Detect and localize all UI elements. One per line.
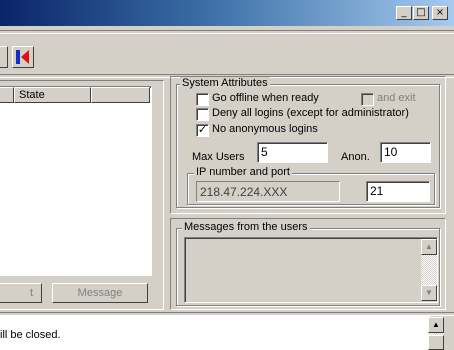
go-offline-label: Go offline when ready xyxy=(212,92,319,104)
close-icon: × xyxy=(435,7,445,18)
title-bar xyxy=(0,0,454,26)
anon-input[interactable]: 10 xyxy=(380,142,431,163)
port-input[interactable]: 21 xyxy=(366,181,430,202)
deny-logins-label: Deny all logins (except for administrato… xyxy=(212,107,409,119)
kick-user-icon xyxy=(16,50,29,64)
system-attributes-title: System Attributes xyxy=(180,77,270,89)
scroll-up-icon: ▲ xyxy=(432,320,440,329)
messages-scroll-up-button[interactable]: ▲ xyxy=(421,239,437,255)
checkmark-icon: ✓ xyxy=(197,123,208,136)
maximize-icon: □ xyxy=(416,7,426,18)
no-anonymous-checkbox[interactable]: ✓ xyxy=(196,124,209,137)
deny-logins-checkbox[interactable] xyxy=(196,108,209,121)
max-users-label: Max Users xyxy=(192,151,245,163)
no-anonymous-label: No anonymous logins xyxy=(212,123,318,135)
and-exit-label: and exit xyxy=(377,92,416,104)
users-list[interactable] xyxy=(0,86,152,276)
status-log xyxy=(0,316,430,350)
minimize-button[interactable]: _ xyxy=(396,6,412,20)
scroll-up-icon: ▲ xyxy=(425,242,433,251)
toolbar-kick-button[interactable] xyxy=(12,46,34,68)
toolbar-button-partial[interactable] xyxy=(0,46,8,68)
messages-scroll-down-button[interactable]: ▼ xyxy=(421,285,437,301)
ip-address-field: 218.47.224.XXX xyxy=(196,181,340,202)
close-button[interactable]: × xyxy=(432,6,448,20)
column-header-extra[interactable] xyxy=(91,87,150,103)
menu-separator xyxy=(0,30,454,34)
max-users-input[interactable]: 5 xyxy=(257,142,328,163)
anon-label: Anon. xyxy=(341,151,370,163)
message-button[interactable]: Message xyxy=(52,283,148,303)
ip-port-title: IP number and port xyxy=(194,166,292,178)
status-text: ill be closed. xyxy=(0,329,61,341)
messages-title: Messages from the users xyxy=(182,221,310,233)
maximize-button[interactable]: □ xyxy=(413,6,429,20)
minimize-icon: _ xyxy=(401,7,407,18)
column-header-state[interactable]: State xyxy=(14,87,91,103)
messages-list[interactable] xyxy=(184,237,438,303)
scroll-down-icon: ▼ xyxy=(425,288,433,297)
status-scroll-up-button[interactable]: ▲ xyxy=(428,317,444,333)
and-exit-checkbox[interactable] xyxy=(361,93,374,106)
column-header-user[interactable] xyxy=(0,87,14,103)
go-offline-checkbox[interactable] xyxy=(196,93,209,106)
partial-button[interactable]: t xyxy=(0,283,42,303)
status-scroll-thumb[interactable] xyxy=(428,335,444,350)
